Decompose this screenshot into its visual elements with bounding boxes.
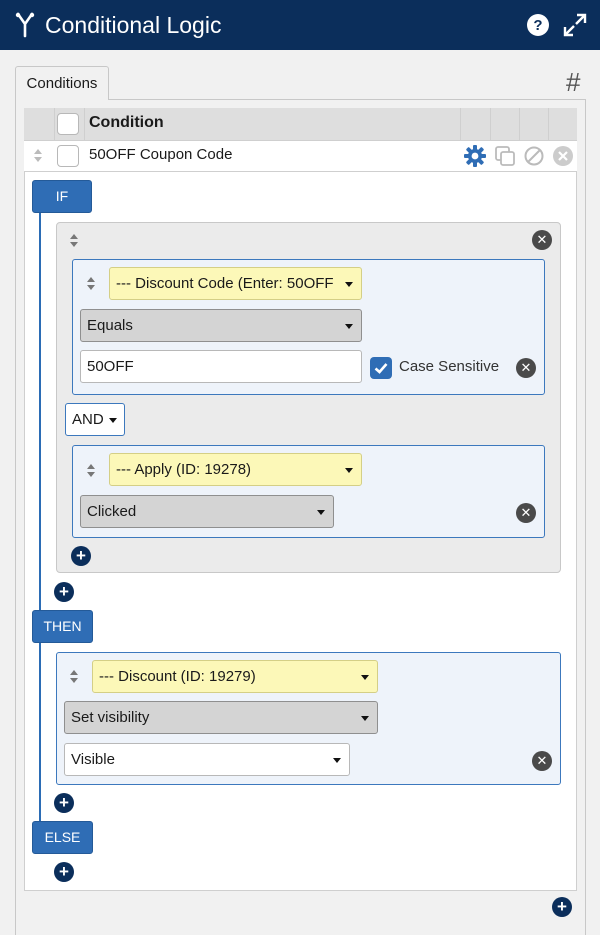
delete-row-icon[interactable] bbox=[552, 145, 574, 167]
action-type-select[interactable]: Set visibility bbox=[64, 701, 378, 734]
add-action-icon[interactable]: + bbox=[54, 793, 74, 813]
chevron-down-icon bbox=[333, 758, 341, 763]
tab-conditions[interactable]: Conditions bbox=[15, 66, 109, 100]
remove-action-icon[interactable]: ✕ bbox=[532, 751, 552, 771]
add-group-icon[interactable]: + bbox=[54, 582, 74, 602]
check-icon bbox=[374, 363, 388, 374]
logic-tree-line bbox=[39, 212, 41, 830]
copy-icon[interactable] bbox=[494, 145, 516, 167]
header-bar: Conditional Logic ? bbox=[0, 0, 600, 50]
gear-icon[interactable] bbox=[464, 145, 486, 167]
then-label: THEN bbox=[32, 610, 93, 643]
case-sensitive-checkbox[interactable] bbox=[370, 357, 392, 379]
condition-drag-handle-icon[interactable] bbox=[86, 276, 96, 292]
select-all-checkbox[interactable] bbox=[57, 113, 79, 135]
chevron-down-icon bbox=[109, 418, 117, 423]
hash-icon[interactable]: # bbox=[566, 68, 580, 96]
action-field-select[interactable]: --- Discount (ID: 19279) bbox=[92, 660, 378, 693]
svg-text:?: ? bbox=[533, 17, 542, 34]
group-drag-handle-icon[interactable] bbox=[69, 233, 79, 249]
condition-field-select[interactable]: --- Discount Code (Enter: 50OFF bbox=[109, 267, 362, 300]
case-sensitive-label: Case Sensitive bbox=[399, 358, 500, 375]
condition-value-input[interactable]: 50OFF bbox=[80, 350, 362, 383]
chevron-down-icon bbox=[361, 716, 369, 721]
row-drag-handle-icon[interactable] bbox=[33, 148, 43, 164]
add-condition-icon[interactable]: + bbox=[71, 546, 91, 566]
row-checkbox[interactable] bbox=[57, 145, 79, 167]
add-else-action-icon[interactable]: + bbox=[54, 862, 74, 882]
chevron-down-icon bbox=[345, 324, 353, 329]
chevron-down-icon bbox=[317, 510, 325, 515]
else-label: ELSE bbox=[32, 821, 93, 854]
add-condition-set-icon[interactable]: + bbox=[552, 897, 572, 917]
action-drag-handle-icon[interactable] bbox=[69, 669, 79, 685]
action-value-select[interactable]: Visible bbox=[64, 743, 350, 776]
chevron-down-icon bbox=[345, 468, 353, 473]
condition-field-select[interactable]: --- Apply (ID: 19278) bbox=[109, 453, 362, 486]
condition-operator-select[interactable]: Clicked bbox=[80, 495, 334, 528]
remove-condition-icon[interactable]: ✕ bbox=[516, 358, 536, 378]
help-icon[interactable]: ? bbox=[526, 13, 550, 37]
condition-name[interactable]: 50OFF Coupon Code bbox=[89, 146, 232, 163]
remove-condition-icon[interactable]: ✕ bbox=[516, 503, 536, 523]
chevron-down-icon bbox=[361, 675, 369, 680]
page-title: Conditional Logic bbox=[45, 12, 222, 38]
if-label: IF bbox=[32, 180, 92, 213]
branch-icon bbox=[15, 12, 35, 38]
expand-icon[interactable] bbox=[563, 13, 587, 37]
condition-drag-handle-icon[interactable] bbox=[86, 463, 96, 479]
disable-icon[interactable] bbox=[523, 145, 545, 167]
remove-group-icon[interactable]: ✕ bbox=[532, 230, 552, 250]
condition-column-header: Condition bbox=[89, 114, 164, 131]
condition-operator-select[interactable]: Equals bbox=[80, 309, 362, 342]
chevron-down-icon bbox=[345, 282, 353, 287]
